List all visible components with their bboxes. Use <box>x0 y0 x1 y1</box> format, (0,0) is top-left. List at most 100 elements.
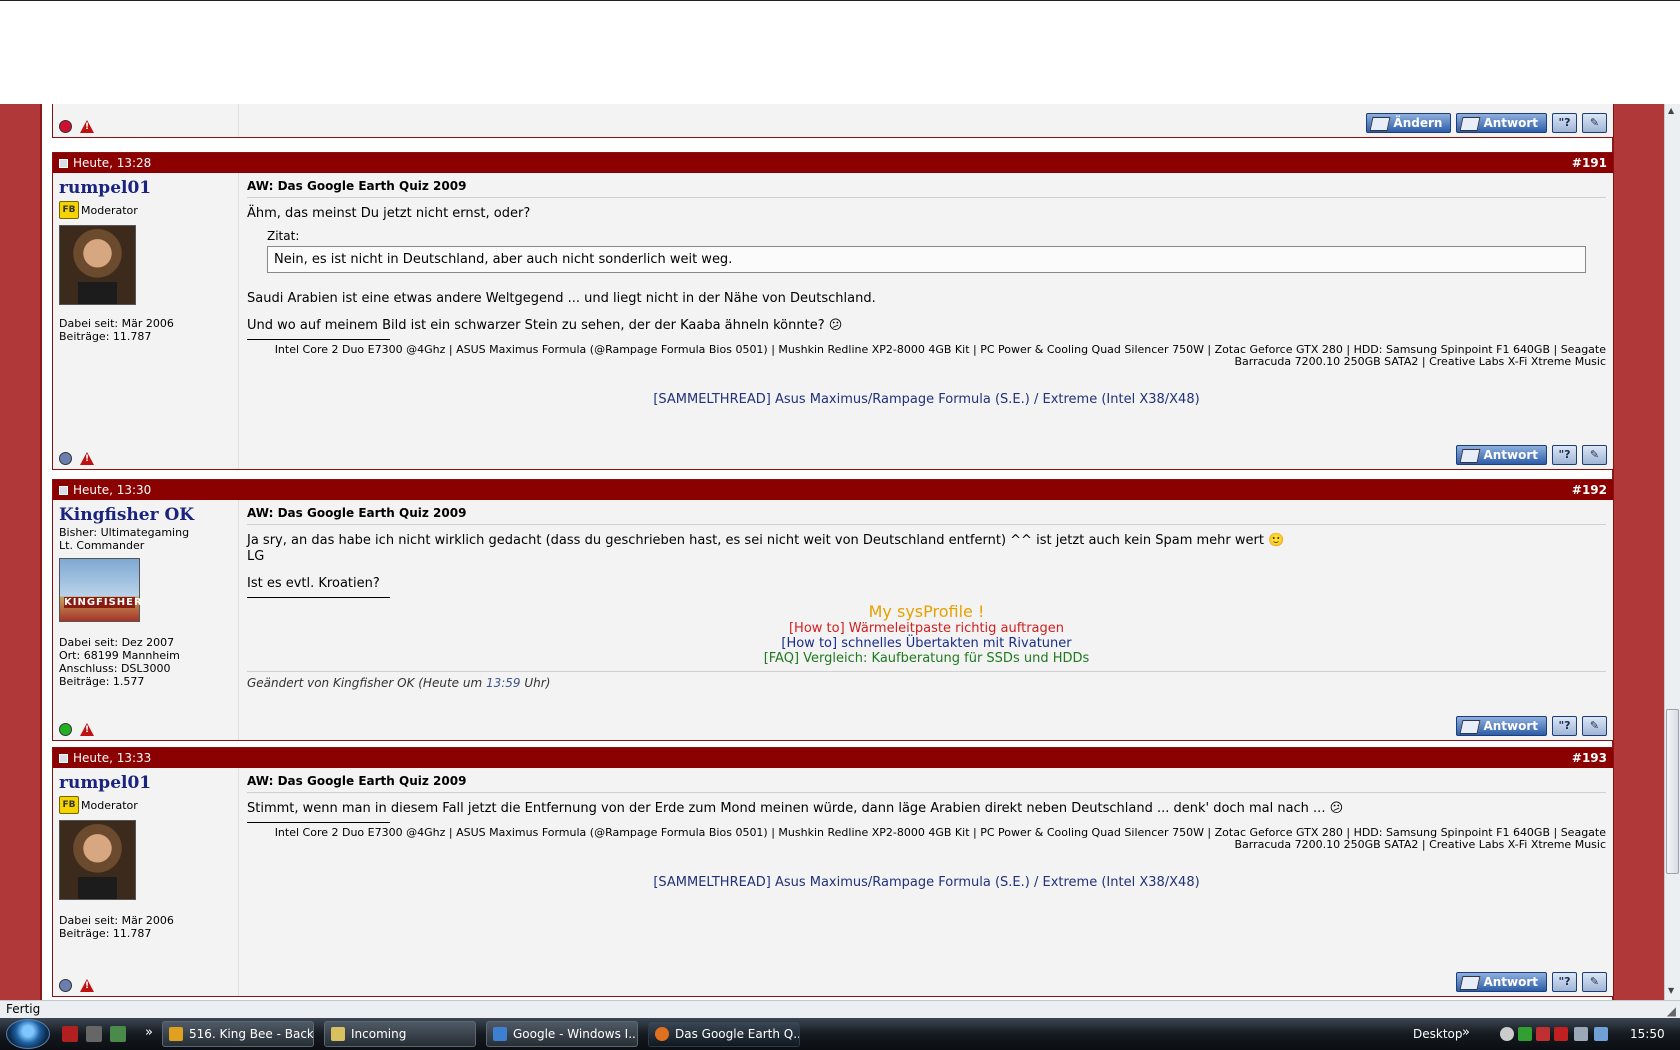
post-number[interactable]: #191 <box>1572 153 1607 173</box>
signature-link[interactable]: [How to] Wärmeleitpaste richtig auftrage… <box>247 621 1606 636</box>
signature-link[interactable]: [SAMMELTHREAD] Asus Maximus/Rampage Form… <box>247 875 1606 890</box>
quicklaunch-overflow-icon[interactable]: » <box>145 1025 153 1040</box>
tray-antivirus-icon[interactable] <box>1536 1027 1550 1041</box>
moderator-icon: FB <box>59 201 79 219</box>
signature-link[interactable]: [SAMMELTHREAD] Asus Maximus/Rampage Form… <box>247 392 1606 407</box>
user-icons <box>59 120 94 133</box>
edit-button[interactable]: Ändern <box>1366 113 1452 133</box>
taskbar-button-winamp[interactable]: 516. King Bee - Back... <box>162 1021 314 1047</box>
report-post-icon[interactable] <box>80 120 94 133</box>
quote-icon[interactable]: "? <box>1552 972 1577 992</box>
post-192: Heute, 13:30 #192 Kingfisher OK Bisher: … <box>52 479 1614 741</box>
post-buttons: Antwort "? ✎ <box>1456 445 1607 465</box>
post-text: LG <box>247 549 265 564</box>
vertical-scrollbar[interactable]: ▲ ▼ <box>1664 104 1680 1000</box>
folder-icon <box>331 1027 345 1041</box>
tray-app-icon[interactable] <box>1518 1027 1532 1041</box>
post-body: AW: Das Google Earth Quiz 2009 Ja sry, a… <box>240 500 1613 740</box>
joined-date: Dabei seit: Mär 2006 <box>59 317 174 330</box>
signature-separator <box>247 822 390 823</box>
post-text: Ähm, das meinst Du jetzt nicht ernst, od… <box>247 206 531 221</box>
username[interactable]: rumpel01 <box>59 774 232 792</box>
clock[interactable]: 15:50 <box>1630 1018 1665 1050</box>
scroll-down-arrow-icon[interactable]: ▼ <box>1668 986 1674 995</box>
winamp-icon <box>169 1027 183 1041</box>
post-icon <box>59 159 68 168</box>
reply-button[interactable]: Antwort <box>1456 113 1547 133</box>
signature-hardware: Intel Core 2 Duo E7300 @4Ghz | ASUS Maxi… <box>274 826 1606 851</box>
signature-link[interactable]: [How to] schnelles Übertakten mit Rivatu… <box>247 636 1606 651</box>
signature-sysprofile-link[interactable]: My sysProfile ! <box>247 602 1606 621</box>
avatar-label: KINGFISHER <box>64 597 143 608</box>
reply-button[interactable]: Antwort <box>1456 445 1547 465</box>
quick-reply-icon[interactable]: ✎ <box>1582 445 1607 465</box>
signature-separator <box>247 339 390 340</box>
taskbar-button-firefox[interactable]: Das Google Earth Q... <box>648 1021 800 1047</box>
quicklaunch-app-icon[interactable] <box>110 1026 126 1042</box>
post-title: AW: Das Google Earth Quiz 2009 <box>247 506 1606 525</box>
firefox-icon <box>655 1027 669 1041</box>
post-user-column: Kingfisher OK Bisher: Ultimategaming Lt.… <box>53 500 239 740</box>
quicklaunch-show-desktop-icon[interactable] <box>86 1026 102 1042</box>
previous-post-tail: Ändern Antwort "? ✎ <box>52 104 1614 138</box>
post-text: Ja sry, an das habe ich nicht wirklich g… <box>247 533 1285 548</box>
quote-icon[interactable]: "? <box>1552 716 1577 736</box>
user-icons <box>59 723 94 736</box>
quote-icon[interactable]: "? <box>1552 445 1577 465</box>
post-text: Stimmt, wenn man in diesem Fall jetzt di… <box>247 801 1344 816</box>
report-post-icon[interactable] <box>80 979 94 992</box>
user-rank: FB Moderator <box>59 201 232 219</box>
tray-volume-icon[interactable] <box>1594 1027 1608 1041</box>
offline-status-icon <box>59 120 72 133</box>
report-post-icon[interactable] <box>80 723 94 736</box>
post-193: Heute, 13:33 #193 rumpel01 FB Moderator D… <box>52 747 1614 997</box>
desktop-toolbar-label[interactable]: Desktop <box>1413 1018 1463 1050</box>
online-status-icon <box>59 723 72 736</box>
post-191: Heute, 13:28 #191 rumpel01 FB Moderator D… <box>52 152 1614 470</box>
reply-button[interactable]: Antwort <box>1456 716 1547 736</box>
edited-note-prefix: Geändert von Kingfisher OK (Heute um <box>247 676 486 690</box>
post-title: AW: Das Google Earth Quiz 2009 <box>247 179 1606 198</box>
rank-label: Moderator <box>81 798 138 812</box>
taskbar-button-label: Das Google Earth Q... <box>675 1027 800 1041</box>
tray-acrobat-icon[interactable] <box>1554 1027 1568 1041</box>
tray-settings-icon[interactable] <box>1500 1027 1514 1041</box>
post-number[interactable]: #192 <box>1572 480 1607 500</box>
scrollbar-thumb[interactable] <box>1666 709 1679 874</box>
scroll-up-arrow-icon[interactable]: ▲ <box>1668 106 1674 115</box>
internet-explorer-icon <box>493 1027 507 1041</box>
signature-hardware: Intel Core 2 Duo E7300 @4Ghz | ASUS Maxi… <box>274 343 1606 368</box>
signature-link[interactable]: [FAQ] Vergleich: Kaufberatung für SSDs u… <box>247 651 1606 666</box>
report-post-icon[interactable] <box>80 452 94 465</box>
username[interactable]: Kingfisher OK <box>59 506 232 524</box>
tray-network-icon[interactable] <box>1574 1027 1588 1041</box>
edited-time: 13:59 <box>485 676 521 690</box>
user-previous-name: Bisher: Ultimategaming <box>59 526 190 539</box>
start-button[interactable] <box>6 1019 50 1049</box>
post-buttons: Antwort "? ✎ <box>1456 716 1607 736</box>
moderator-icon: FB <box>59 796 79 814</box>
post-number[interactable]: #193 <box>1572 748 1607 768</box>
post-header: Heute, 13:28 #191 <box>53 153 1613 173</box>
user-icons <box>59 452 94 465</box>
taskbar-button-incoming[interactable]: Incoming <box>324 1021 476 1047</box>
post-count: Beiträge: 11.787 <box>59 330 152 343</box>
quicklaunch-app-icon[interactable] <box>62 1026 78 1042</box>
quick-reply-icon[interactable]: ✎ <box>1582 716 1607 736</box>
post-count: Beiträge: 1.577 <box>59 675 145 688</box>
status-text: Fertig <box>6 1002 41 1016</box>
offline-status-icon <box>59 979 72 992</box>
desktop-toolbar-overflow-icon[interactable]: » <box>1462 1025 1470 1040</box>
quick-reply-icon[interactable]: ✎ <box>1582 972 1607 992</box>
quick-reply-icon[interactable]: ✎ <box>1582 113 1607 133</box>
taskbar-button-ie[interactable]: Google - Windows I... <box>486 1021 638 1047</box>
quote-text: Nein, es ist nicht in Deutschland, aber … <box>267 246 1586 273</box>
username[interactable]: rumpel01 <box>59 179 232 197</box>
post-header: Heute, 13:30 #192 <box>53 480 1613 500</box>
quote-icon[interactable]: "? <box>1552 113 1577 133</box>
post-text: Saudi Arabien ist eine etwas andere Welt… <box>247 291 876 306</box>
post-header: Heute, 13:33 #193 <box>53 748 1613 768</box>
post-count: Beiträge: 11.787 <box>59 927 152 940</box>
forum-content: Ändern Antwort "? ✎ Heute, 13:28 #191 ru… <box>40 104 1614 1000</box>
reply-button[interactable]: Antwort <box>1456 972 1547 992</box>
